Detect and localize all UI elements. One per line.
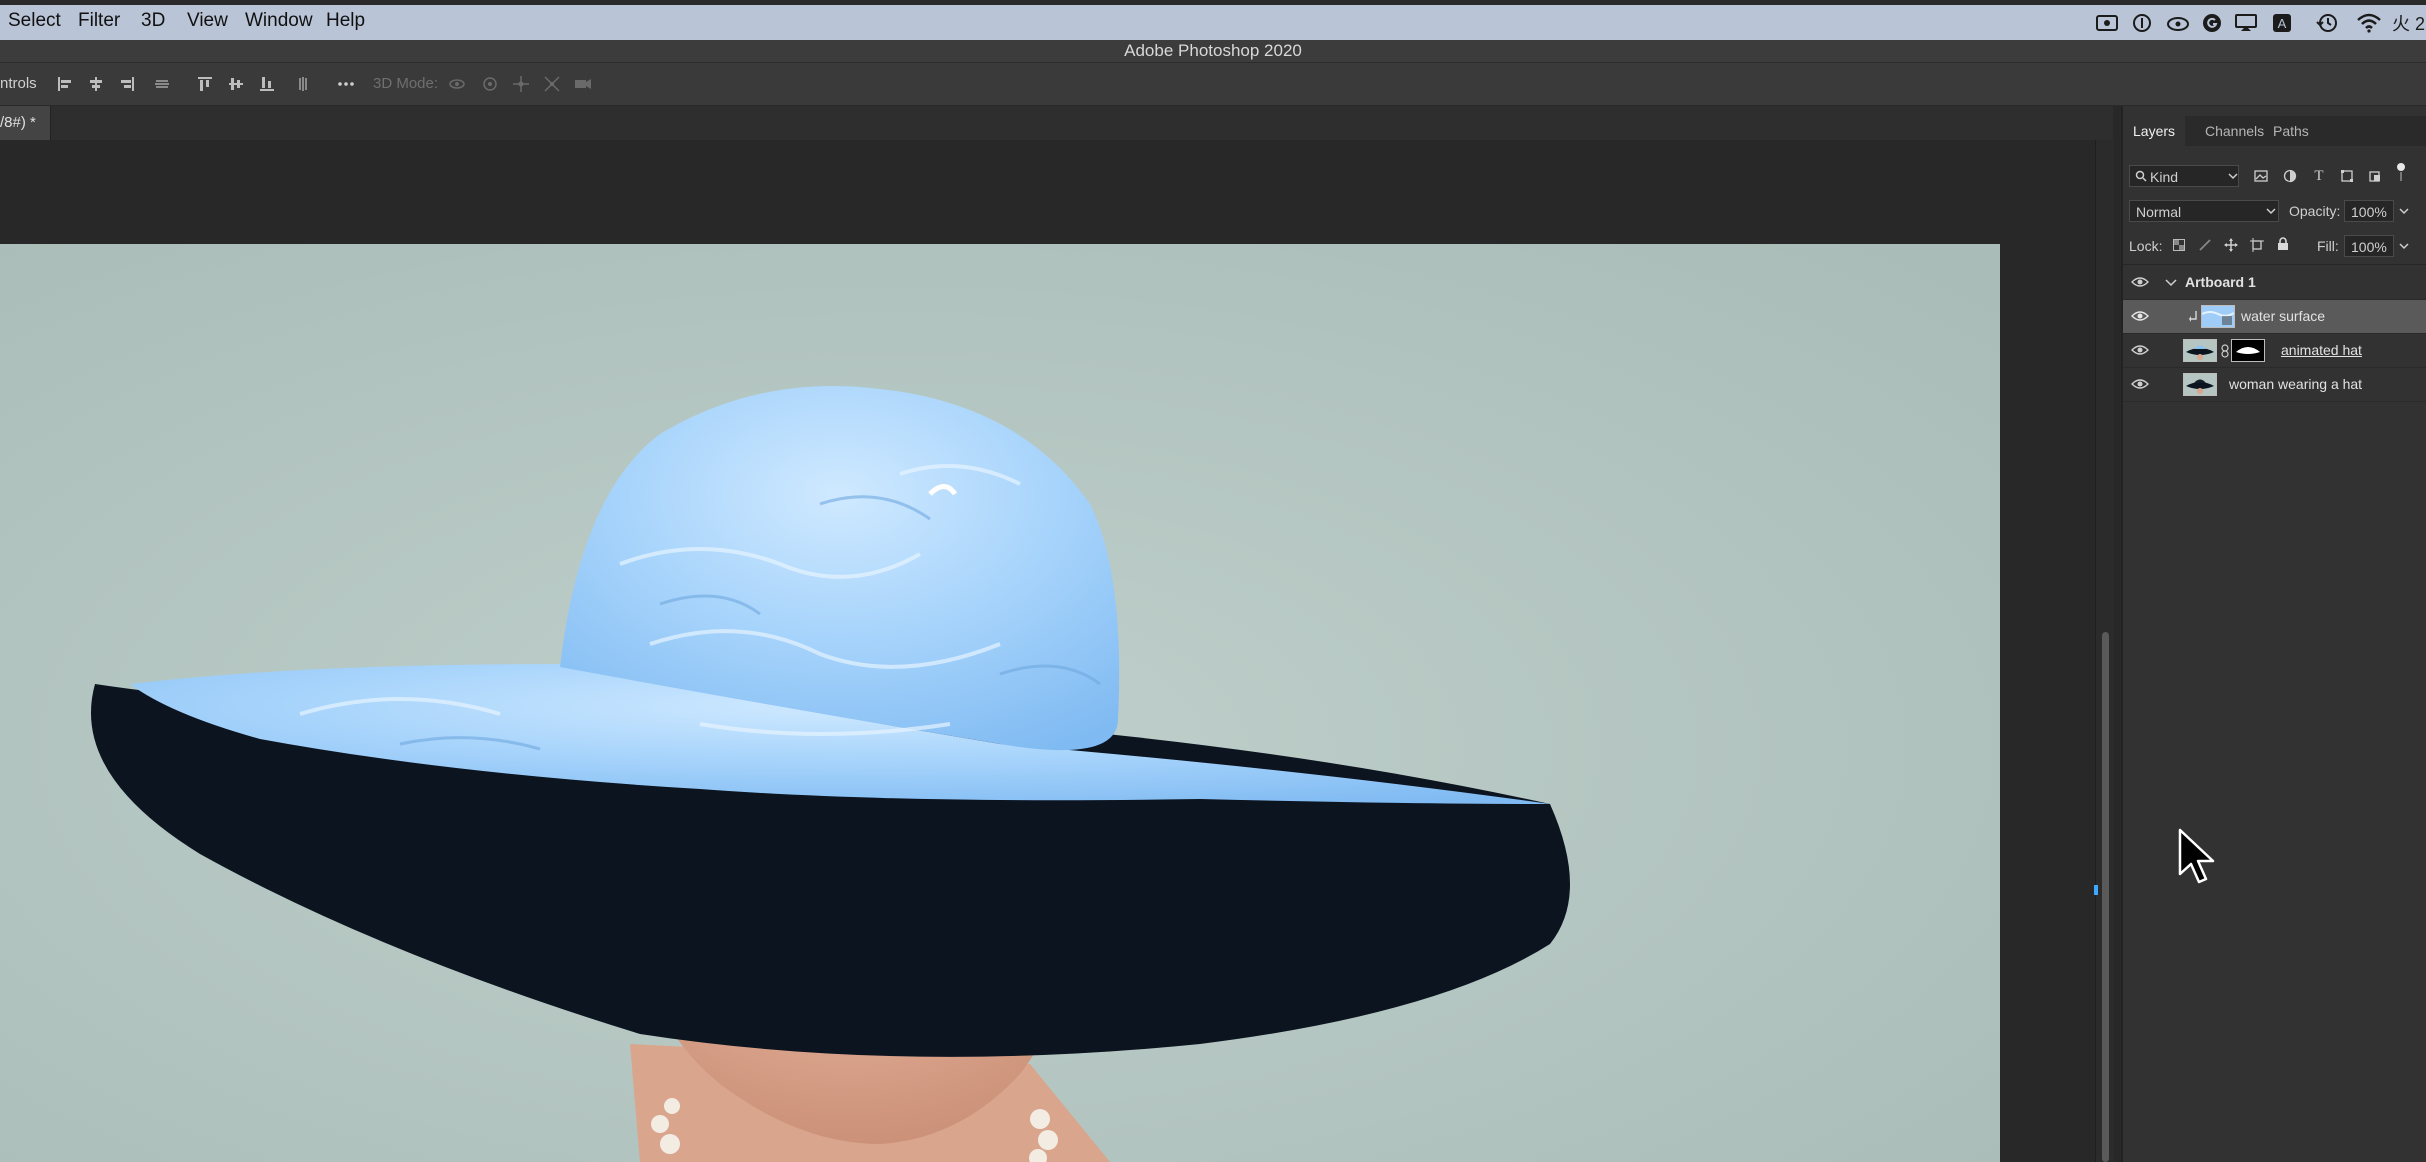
- layer-thumbnail: [2183, 339, 2217, 362]
- chevron-down-icon[interactable]: [2165, 278, 2177, 288]
- align-horizontal-center-icon[interactable]: [87, 75, 105, 93]
- layer-row-animated-hat[interactable]: animated hat: [2123, 334, 2426, 368]
- menu-select[interactable]: Select: [8, 10, 61, 32]
- align-top-icon[interactable]: [196, 75, 214, 93]
- chevron-down-icon: [2263, 203, 2279, 219]
- layer-name: woman wearing a hat: [2229, 376, 2363, 392]
- canvas-vertical-scrollbar[interactable]: [2095, 140, 2114, 1162]
- filter-pixel-icon[interactable]: [2253, 168, 2269, 184]
- distribute-horizontal-icon[interactable]: [153, 75, 171, 93]
- document-tab-strip: /8#) *: [0, 106, 2113, 140]
- menu-3d[interactable]: 3D: [141, 10, 165, 32]
- tab-paths[interactable]: Paths: [2263, 116, 2319, 146]
- window-title: Adobe Photoshop 2020: [1124, 41, 1302, 60]
- filter-shape-icon[interactable]: [2339, 168, 2355, 184]
- menu-window[interactable]: Window: [245, 10, 313, 32]
- 3d-pan-icon[interactable]: [512, 75, 530, 93]
- filter-smart-object-icon[interactable]: [2367, 168, 2383, 184]
- blend-mode-value: Normal: [2136, 204, 2182, 220]
- layer-row-woman[interactable]: woman wearing a hat: [2123, 368, 2426, 402]
- opacity-input[interactable]: 100%: [2344, 200, 2394, 222]
- filter-type-icon[interactable]: T: [2311, 168, 2327, 184]
- lock-all-icon[interactable]: [2275, 236, 2291, 252]
- lock-image-pixels-icon[interactable]: [2197, 237, 2213, 253]
- options-bar: ntrols 3D Mode:: [0, 63, 2426, 106]
- visibility-eye-icon[interactable]: [2131, 343, 2149, 357]
- align-vertical-center-icon[interactable]: [227, 75, 245, 93]
- document-tab[interactable]: /8#) *: [0, 106, 51, 140]
- layer-name: animated hat: [2281, 342, 2362, 358]
- layers-panel: Layers Channels Paths Kind T Normal Opac…: [2121, 106, 2426, 1162]
- 3d-roll-icon[interactable]: [481, 75, 499, 93]
- chevron-down-icon[interactable]: [2396, 203, 2412, 219]
- svg-text:A: A: [2278, 16, 2287, 31]
- lock-transparent-pixels-icon[interactable]: [2171, 237, 2187, 253]
- more-options-icon[interactable]: [337, 75, 355, 93]
- fill-value: 100%: [2351, 239, 2387, 255]
- visibility-eye-icon[interactable]: [2131, 377, 2149, 391]
- display-mirror-icon[interactable]: [2234, 12, 2258, 34]
- transform-controls-label[interactable]: ntrols: [0, 75, 37, 92]
- clock-text: 火 2: [2392, 14, 2426, 34]
- screen-record-icon[interactable]: [2095, 12, 2119, 34]
- clipping-mask-arrow-icon: [2189, 311, 2197, 322]
- 3d-slide-icon[interactable]: [543, 75, 561, 93]
- input-source-icon[interactable]: A: [2271, 12, 2293, 34]
- visibility-eye-icon[interactable]: [2131, 275, 2149, 289]
- time-machine-icon[interactable]: [2316, 12, 2338, 34]
- chevron-down-icon: [2225, 168, 2241, 184]
- menu-view[interactable]: View: [187, 10, 228, 32]
- layer-mask-thumbnail[interactable]: [2231, 339, 2265, 362]
- 3d-mode-label: 3D Mode:: [373, 75, 439, 92]
- opacity-label: Opacity:: [2289, 203, 2341, 219]
- grammarly-icon[interactable]: [2201, 12, 2223, 34]
- blend-mode-select[interactable]: Normal: [2129, 200, 2279, 222]
- creative-cloud-icon[interactable]: [2166, 12, 2190, 34]
- layer-name: Artboard 1: [2185, 274, 2256, 290]
- 3d-camera-icon[interactable]: [574, 75, 592, 93]
- align-right-icon[interactable]: [118, 75, 136, 93]
- info-circle-icon[interactable]: [2131, 12, 2153, 34]
- system-menu-bar: Select Filter 3D View Window Help A 火 2: [0, 0, 2426, 40]
- canvas-image: [0, 244, 2000, 1162]
- filter-adjustment-icon[interactable]: [2282, 168, 2298, 184]
- visibility-eye-icon[interactable]: [2131, 309, 2149, 323]
- fill-input[interactable]: 100%: [2344, 235, 2394, 257]
- panel-tab-bar: Layers Channels Paths: [2123, 116, 2426, 146]
- wifi-icon[interactable]: [2356, 12, 2382, 34]
- layer-row-water-surface[interactable]: water surface: [2123, 300, 2426, 334]
- align-left-icon[interactable]: [56, 75, 74, 93]
- 3d-orbit-icon[interactable]: [448, 75, 466, 93]
- menu-help[interactable]: Help: [326, 10, 365, 32]
- panel-divider: [2123, 264, 2426, 265]
- layer-name: water surface: [2241, 308, 2326, 324]
- window-title-bar: Adobe Photoshop 2020: [0, 40, 2426, 63]
- filter-kind-value: Kind: [2150, 169, 2179, 185]
- link-chain-icon[interactable]: [2221, 344, 2229, 358]
- opacity-value: 100%: [2351, 204, 2387, 220]
- filter-toggle-icon[interactable]: [2393, 163, 2409, 181]
- lock-position-icon[interactable]: [2223, 237, 2239, 253]
- layer-row-artboard[interactable]: Artboard 1: [2123, 266, 2426, 300]
- layer-thumbnail: [2183, 373, 2217, 396]
- lock-artboard-icon[interactable]: [2249, 237, 2265, 253]
- fill-label: Fill:: [2317, 238, 2339, 254]
- chevron-down-icon[interactable]: [2396, 238, 2412, 254]
- menu-filter[interactable]: Filter: [78, 10, 120, 32]
- distribute-vertical-icon[interactable]: [294, 75, 312, 93]
- scroll-marker: [2094, 885, 2098, 895]
- layer-thumbnail: [2201, 305, 2235, 328]
- mouse-cursor-icon: [2178, 828, 2215, 884]
- search-icon: [2133, 168, 2149, 184]
- align-bottom-icon[interactable]: [258, 75, 276, 93]
- lock-label: Lock:: [2129, 238, 2163, 254]
- artboard-canvas[interactable]: [0, 244, 2000, 1162]
- tab-layers[interactable]: Layers: [2123, 116, 2186, 146]
- scrollbar-thumb[interactable]: [2102, 632, 2109, 1162]
